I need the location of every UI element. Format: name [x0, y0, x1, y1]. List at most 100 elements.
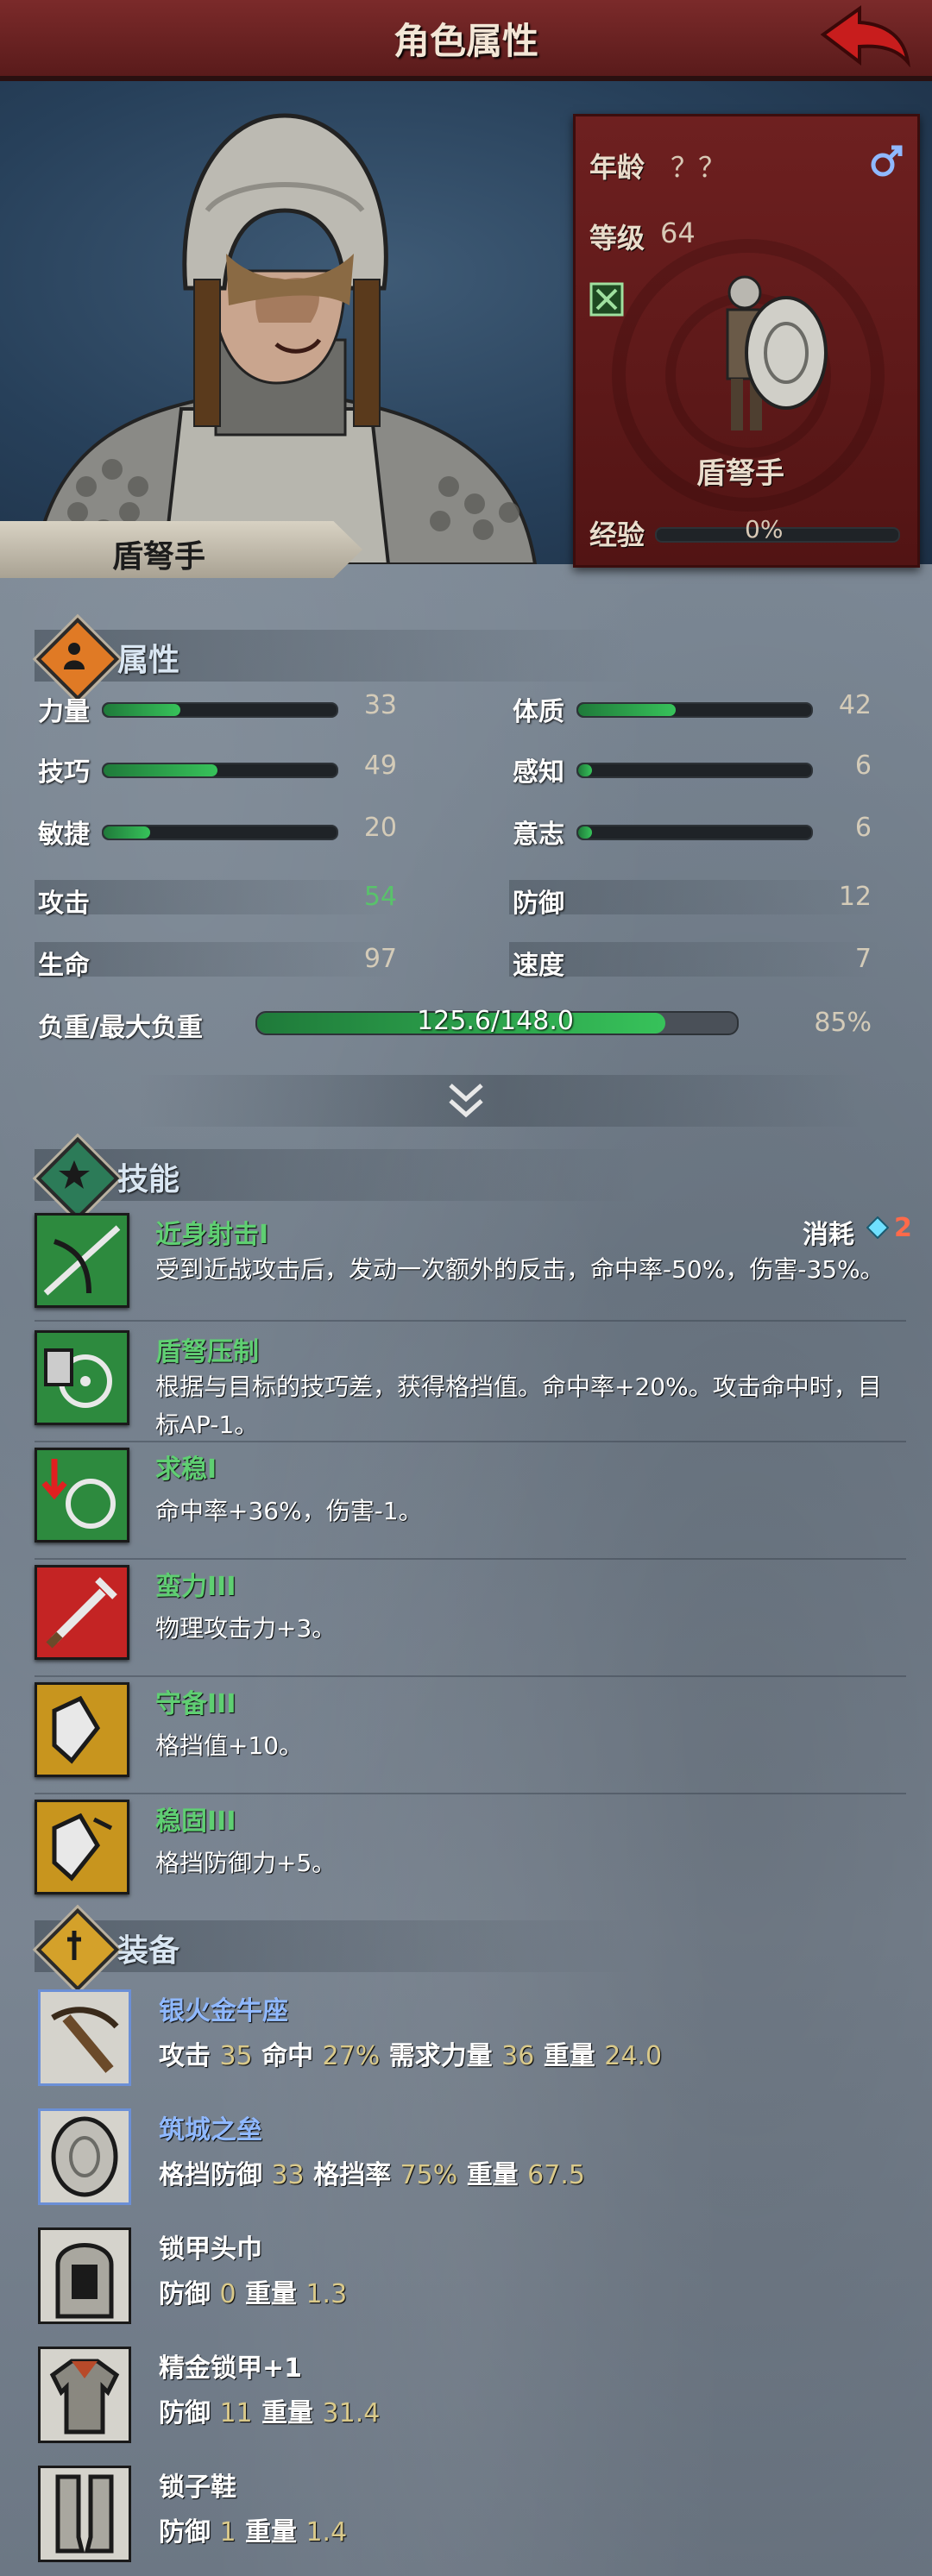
- skill-description: 格挡值+10。: [155, 1727, 906, 1765]
- skill-description: 受到近战攻击后，发动一次额外的反击，命中率-50%，伤害-35%。: [155, 1251, 906, 1289]
- equipment-row[interactable]: 精金锁甲+1 防御 11 重量 31.4: [38, 2347, 901, 2450]
- stat-label: 重量: [245, 2517, 297, 2548]
- diamond-icon: [866, 1216, 889, 1239]
- skill-row[interactable]: 蛮力III 物理攻击力+3。: [35, 1565, 906, 1677]
- stat-value: 75%: [400, 2160, 458, 2190]
- skill-name: 近身射击I: [155, 1220, 269, 1250]
- stat-value: 33: [363, 690, 397, 720]
- chainmail-icon: [38, 2347, 131, 2443]
- stat-value: 67.5: [527, 2160, 585, 2190]
- stat-value: 97: [363, 944, 397, 974]
- stat-bar: [576, 825, 813, 840]
- stat-value: 6: [854, 751, 872, 781]
- stat-label: 防御: [159, 2398, 211, 2428]
- stat-value: 42: [838, 690, 872, 720]
- close-shot-skill-icon: [35, 1213, 129, 1308]
- equipment-name: 锁甲头巾: [159, 2234, 262, 2265]
- skill-row[interactable]: 稳固III 格挡防御力+5。: [35, 1800, 906, 1912]
- equipment-row[interactable]: 筑城之垒 格挡防御 33 格挡率 75% 重量 67.5: [38, 2108, 901, 2212]
- person-icon: [64, 643, 85, 669]
- character-nameplate: 盾弩手: [0, 521, 362, 578]
- page-title: 角色属性: [393, 20, 538, 62]
- steady-skill-icon: [35, 1448, 129, 1542]
- cost-value: 2: [894, 1213, 912, 1243]
- skill-description: 根据与目标的技巧差，获得格挡值。命中率+20%。攻击命中时，目 标AP-1。: [155, 1368, 906, 1444]
- equipment-name: 精金锁甲+1: [159, 2353, 303, 2384]
- equipment-name: 筑城之垒: [159, 2115, 262, 2146]
- equipment-stats: 防御 11 重量 31.4: [159, 2391, 380, 2429]
- unit-class-icon: [589, 282, 624, 317]
- load-value: 125.6/148.0: [417, 1006, 574, 1036]
- cost-label: 消耗: [803, 1220, 854, 1250]
- stat-label: 防御: [159, 2517, 211, 2548]
- skill-row[interactable]: 近身射击I 消耗 2 受到近战攻击后，发动一次额外的反击，命中率-50%，伤害-…: [35, 1213, 912, 1325]
- skill-name: 稳固III: [155, 1806, 236, 1837]
- skill-name: 求稳I: [155, 1454, 217, 1485]
- divider: [35, 1441, 906, 1442]
- divider: [35, 1558, 906, 1560]
- equipment-title: 装备: [117, 1933, 180, 1969]
- shield-steady-skill-icon: [35, 1800, 129, 1894]
- stat-label: 速度: [513, 951, 564, 981]
- divider: [35, 1793, 906, 1794]
- skill-description: 命中率+36%，伤害-1。: [155, 1492, 906, 1530]
- stat-bar: [102, 702, 338, 718]
- stat-value: 7: [854, 944, 872, 974]
- stat-label: 生命: [38, 951, 90, 981]
- equipment-row[interactable]: 锁子鞋 防御 1 重量 1.4: [38, 2466, 901, 2569]
- chevron-down-icon[interactable]: [445, 1080, 487, 1122]
- stat-value: 35: [219, 2041, 253, 2071]
- stat-label: 重量: [245, 2279, 297, 2309]
- equipment-stats: 格挡防御 33 格挡率 75% 重量 67.5: [159, 2153, 585, 2191]
- stat-label: 攻击: [38, 889, 90, 919]
- load-label: 负重/最大负重: [38, 1013, 203, 1043]
- exp-value: 0%: [745, 515, 784, 543]
- stat-bar: [576, 763, 813, 778]
- stat-value: 1: [219, 2517, 236, 2548]
- stat-label: 攻击: [159, 2041, 211, 2071]
- stat-label: 重量: [466, 2160, 519, 2190]
- stat-row-speed: 速度 7: [509, 942, 880, 981]
- character-name: 盾弩手: [112, 539, 206, 575]
- sword-skill-icon: [35, 1565, 129, 1660]
- stat-label: 力量: [38, 697, 90, 727]
- stat-label: 体质: [513, 697, 564, 727]
- stat-value: 11: [219, 2398, 253, 2428]
- stat-value: 33: [271, 2160, 305, 2190]
- divider: [35, 1320, 906, 1322]
- unit-figure: [726, 275, 828, 430]
- stat-value: 1.4: [305, 2517, 348, 2548]
- skill-description-line: 格挡值+10。: [155, 1731, 304, 1760]
- male-icon: [871, 145, 903, 177]
- stat-label: 防御: [513, 889, 564, 919]
- equipment-row[interactable]: 锁甲头巾 防御 0 重量 1.3: [38, 2227, 901, 2331]
- stat-label: 敏捷: [38, 820, 90, 850]
- stat-label: 感知: [513, 757, 564, 788]
- exp-label: 经验: [589, 518, 645, 551]
- stat-value: 6: [854, 813, 872, 843]
- stat-value: 27%: [322, 2041, 381, 2071]
- stat-bar: [102, 763, 338, 778]
- character-attributes-screen: 角色属性 盾弩手 年龄 ？？ 等级 64 盾弩手 经验 0% 属性 力量 33 …: [0, 0, 932, 2576]
- age-label: 年龄: [589, 151, 645, 184]
- back-arrow-icon[interactable]: [818, 5, 913, 67]
- shield-guard-skill-icon: [35, 1682, 129, 1777]
- equipment-row[interactable]: 银火金牛座 攻击 35 命中 27% 需求力量 36 重量 24.0: [38, 1989, 901, 2093]
- stat-value: 54: [363, 882, 397, 912]
- stat-label: 需求力量: [388, 2041, 493, 2071]
- skill-description: 格挡防御力+5。: [155, 1844, 906, 1882]
- age-value: ？？: [671, 151, 727, 184]
- skill-description: 物理攻击力+3。: [155, 1610, 906, 1648]
- skill-row[interactable]: 盾弩压制 根据与目标的技巧差，获得格挡值。命中率+20%。攻击命中时，目 标AP…: [35, 1330, 906, 1442]
- equipment-stats: 防御 0 重量 1.3: [159, 2272, 347, 2310]
- unit-name: 盾弩手: [696, 456, 784, 491]
- skill-name: 守备III: [155, 1689, 236, 1719]
- stat-value: 49: [363, 751, 397, 781]
- skill-row[interactable]: 求稳I 命中率+36%，伤害-1。: [35, 1448, 906, 1560]
- skills-title: 技能: [117, 1162, 180, 1197]
- skill-row[interactable]: 守备III 格挡值+10。: [35, 1682, 906, 1794]
- equipment-name: 银火金牛座: [159, 1996, 288, 2026]
- expand-strip[interactable]: [138, 1075, 863, 1127]
- stat-label: 命中: [261, 2041, 314, 2071]
- skill-description-line: 格挡防御力+5。: [155, 1849, 337, 1877]
